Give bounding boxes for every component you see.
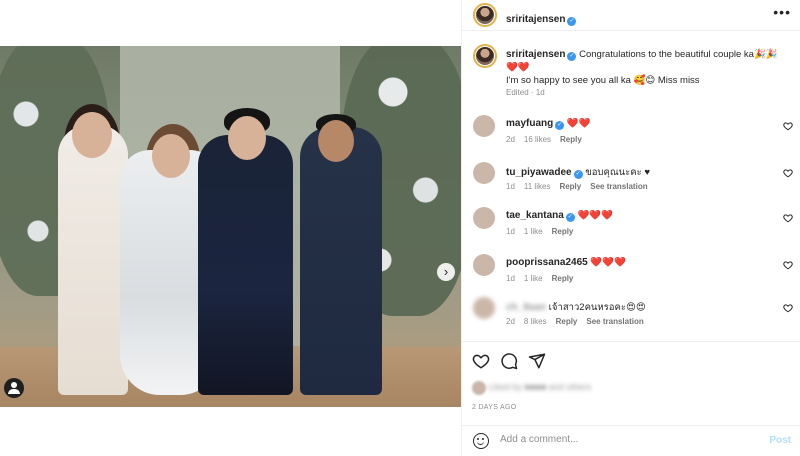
comment-body: mayfuang ✓ ❤️❤️ bbox=[506, 118, 771, 130]
comment-likes[interactable]: 1 like bbox=[524, 227, 543, 236]
commenter-avatar[interactable] bbox=[473, 162, 495, 184]
commenter-avatar[interactable] bbox=[473, 254, 495, 276]
comment-row: ch_8aan เจ้าสาว2คนหรอคะ😍😍 2d 8 likes Reply S… bbox=[462, 297, 800, 342]
author-username[interactable]: sriritajensen bbox=[506, 14, 565, 25]
comment-row: mayfuang ✓ ❤️❤️ 2d 16 likes Reply bbox=[462, 115, 800, 160]
caption-line-2: I'm so happy to see you all ka 🥰😊 Miss m… bbox=[506, 75, 700, 86]
post-comment-button[interactable]: Post bbox=[769, 435, 791, 446]
liker-avatar bbox=[472, 381, 486, 395]
comment-age: 1d bbox=[506, 182, 515, 191]
comment-like-icon[interactable] bbox=[783, 121, 793, 131]
comment-row: tae_kantana ✓ ❤️❤️❤️ 1d 1 like Reply bbox=[462, 207, 800, 252]
comment-likes[interactable]: 8 likes bbox=[524, 317, 547, 326]
commenter-username[interactable]: pooprissana2465 bbox=[506, 257, 588, 268]
commenter-avatar[interactable] bbox=[473, 115, 495, 137]
post-sidebar: sriritajensen ✓ ••• sriritajensen ✓ Congra… bbox=[461, 0, 800, 456]
comment-row: tu_piyawadee ✓ ขอบคุณนะคะ ♥ 1d 11 likes Repl… bbox=[462, 162, 800, 207]
verified-badge-icon: ✓ bbox=[573, 170, 583, 179]
see-translation-link[interactable]: See translation bbox=[590, 182, 647, 191]
comment-meta: 2d 8 likes Reply See translation bbox=[506, 317, 653, 326]
verified-badge-icon: ✓ bbox=[565, 213, 575, 222]
commenter-avatar[interactable] bbox=[473, 297, 495, 319]
verified-badge-icon: ✓ bbox=[555, 121, 565, 130]
comment-text: ❤️❤️❤️ bbox=[577, 210, 613, 221]
commenter-username[interactable]: tae_kantana bbox=[506, 210, 564, 221]
comment-meta: 1d 1 like Reply bbox=[506, 274, 582, 283]
person-3-groom bbox=[198, 135, 293, 395]
comment-likes[interactable]: 11 likes bbox=[524, 182, 551, 191]
caption-line-1: Congratulations to the beautiful couple … bbox=[579, 49, 778, 60]
likes-summary[interactable]: Liked by ■■■■ and others bbox=[472, 381, 591, 395]
comment-age: 2d bbox=[506, 317, 515, 326]
comment-body: ch_8aan เจ้าสาว2คนหรอคะ😍😍 bbox=[506, 300, 771, 315]
commenter-avatar[interactable] bbox=[473, 207, 495, 229]
comment-like-icon[interactable] bbox=[783, 168, 793, 178]
comment-like-icon[interactable] bbox=[783, 260, 793, 270]
person-3-head bbox=[228, 116, 266, 160]
comment-like-icon[interactable] bbox=[783, 213, 793, 223]
author-avatar[interactable] bbox=[473, 3, 497, 27]
see-translation-link[interactable]: See translation bbox=[586, 317, 643, 326]
speech-bubble-icon[interactable] bbox=[500, 352, 518, 370]
post-header: sriritajensen ✓ ••• bbox=[462, 0, 800, 31]
caption-meta: Edited · 1d bbox=[506, 88, 545, 97]
paper-plane-icon[interactable] bbox=[528, 352, 546, 370]
comment-body: tae_kantana ✓ ❤️❤️❤️ bbox=[506, 210, 771, 222]
caption-text: sriritajensen ✓ Congratulations to the be… bbox=[506, 48, 791, 87]
comment-text: ❤️❤️ bbox=[566, 118, 591, 129]
comment-text: เจ้าสาว2คนหรอคะ😍😍 bbox=[548, 302, 646, 313]
person-4-head bbox=[318, 120, 354, 162]
comment-age: 1d bbox=[506, 227, 515, 236]
reply-button[interactable]: Reply bbox=[552, 274, 574, 283]
comment-text: ขอบคุณนะคะ ♥ bbox=[585, 167, 650, 178]
verified-badge-icon: ✓ bbox=[567, 17, 577, 26]
comment-age: 1d bbox=[506, 274, 515, 283]
comment-likes[interactable]: 16 likes bbox=[524, 135, 551, 144]
comment-meta: 1d 11 likes Reply See translation bbox=[506, 182, 657, 191]
heart-outline-icon[interactable] bbox=[472, 352, 490, 370]
comment-likes[interactable]: 1 like bbox=[524, 274, 543, 283]
caption-author-username[interactable]: sriritajensen bbox=[506, 49, 565, 60]
commenter-username[interactable]: mayfuang bbox=[506, 118, 553, 129]
person-1 bbox=[58, 125, 128, 395]
post-timestamp: 2 DAYS AGO bbox=[472, 404, 517, 411]
reply-button[interactable]: Reply bbox=[556, 317, 578, 326]
comment-body: tu_piyawadee ✓ ขอบคุณนะคะ ♥ bbox=[506, 165, 771, 180]
author-name-row: sriritajensen ✓ bbox=[506, 9, 577, 27]
more-options-icon[interactable]: ••• bbox=[773, 4, 791, 20]
post-photo[interactable]: › bbox=[0, 46, 461, 407]
comment-text: ❤️❤️❤️ bbox=[590, 257, 626, 268]
comment-meta: 1d 1 like Reply bbox=[506, 227, 582, 236]
commenter-username[interactable]: ch_8aan bbox=[506, 302, 546, 313]
reply-button[interactable]: Reply bbox=[552, 227, 574, 236]
post-media: › bbox=[0, 0, 461, 456]
comment-meta: 2d 16 likes Reply bbox=[506, 135, 591, 144]
comment-like-icon[interactable] bbox=[783, 303, 793, 313]
reply-button[interactable]: Reply bbox=[559, 182, 581, 191]
person-4 bbox=[300, 127, 382, 395]
next-image-button[interactable]: › bbox=[437, 263, 455, 281]
tagged-users-icon[interactable] bbox=[4, 378, 24, 398]
commenter-username[interactable]: tu_piyawadee bbox=[506, 167, 572, 178]
comment-body: pooprissana2465 ❤️❤️❤️ bbox=[506, 257, 771, 268]
caption-author-avatar[interactable] bbox=[473, 44, 497, 68]
likes-text: Liked by ■■■■ and others bbox=[488, 382, 592, 393]
caption-hearts: ❤️❤️ bbox=[506, 62, 530, 73]
comment-input[interactable] bbox=[500, 434, 760, 445]
smiley-icon[interactable] bbox=[473, 433, 489, 449]
comment-age: 2d bbox=[506, 135, 515, 144]
person-1-head bbox=[72, 112, 112, 158]
verified-badge-icon: ✓ bbox=[567, 52, 577, 61]
reply-button[interactable]: Reply bbox=[560, 135, 582, 144]
comment-row: pooprissana2465 ❤️❤️❤️ 1d 1 like Reply bbox=[462, 254, 800, 299]
add-comment-bar: Post bbox=[462, 425, 800, 456]
person-2-head bbox=[152, 134, 190, 178]
